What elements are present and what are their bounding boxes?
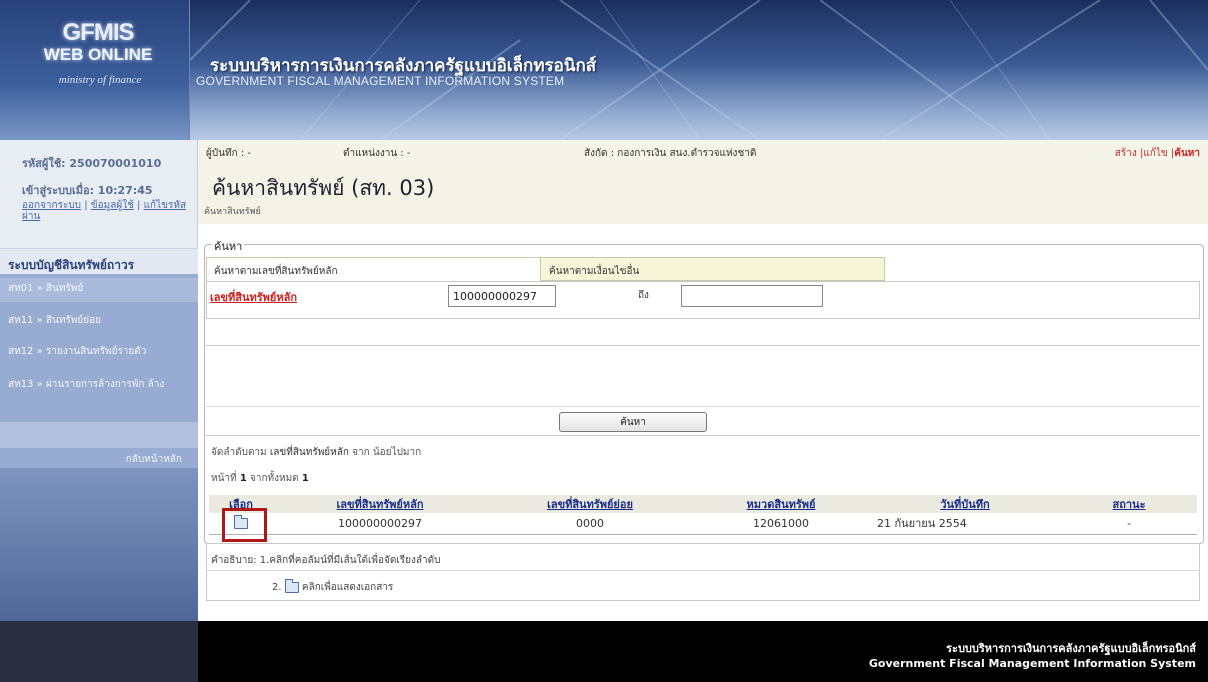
legend-line-2: 2. คลิกเพื่อแสดงเอกสาร xyxy=(272,578,394,593)
sort-info: จัดลำดับตาม เลขที่สินทรัพย์หลัก จาก น้อย… xyxy=(211,447,422,458)
tab-search-by-main-no[interactable]: ค้นหาตามเลขที่สินทรัพย์หลัก xyxy=(206,257,541,281)
create-link[interactable]: สร้าง xyxy=(1115,148,1137,159)
legend-prefix: คำอธิบาย: xyxy=(211,555,257,566)
user-id: รหัสผู้ใช้: 250070001010 xyxy=(22,157,162,170)
logo-sub-text: WEB ONLINE xyxy=(43,45,153,64)
sidebar-divider xyxy=(0,422,198,448)
col-main-no[interactable]: เลขที่สินทรัพย์หลัก xyxy=(273,495,487,513)
sidebar-item-asset[interactable]: สท01 » สินทรัพย์ xyxy=(0,278,198,302)
col-sub-no[interactable]: เลขที่สินทรัพย์ย่อย xyxy=(487,495,693,513)
asset-no-to-input[interactable] xyxy=(681,285,823,307)
search-link[interactable]: ค้นหา xyxy=(1174,148,1200,159)
legend-line-1: คำอธิบาย: 1.คลิกที่คอลัมน์ที่มีเส้นใต้เพ… xyxy=(211,553,440,568)
tab-search-by-other[interactable]: ค้นหาตามเงื่อนไขอื่น xyxy=(540,257,885,281)
menu-title: ระบบบัญชีสินทรัพย์ถาวร xyxy=(0,248,198,274)
results-divider xyxy=(206,435,1200,436)
recorder-info: ผู้บันทึก : - xyxy=(206,148,252,159)
asset-no-from-input[interactable] xyxy=(448,285,556,307)
table-row: 100000000297 0000 12061000 21 กันยายน 25… xyxy=(209,513,1197,535)
sort-field: เลขที่สินทรัพย์หลัก xyxy=(269,447,349,458)
sub-no-cell: 0000 xyxy=(487,513,693,535)
page-title: ค้นหาสินทรัพย์ (สท. 03) xyxy=(212,176,435,200)
user-info-panel: รหัสผู้ใช้: 250070001010 เข้าสู่ระบบเมื่… xyxy=(0,140,198,248)
asset-no-label: เลขที่สินทรัพย์หลัก xyxy=(210,291,298,304)
legend-text-2: คลิกเพื่อแสดงเอกสาร xyxy=(301,582,394,593)
status-cell: - xyxy=(1061,513,1197,535)
search-button[interactable]: ค้นหา xyxy=(559,412,707,432)
footer-left-block xyxy=(0,621,198,682)
footer-title-th: ระบบบริหารการเงินการคลังภาครัฐแบบอิเล็กท… xyxy=(946,642,1196,655)
search-spacer xyxy=(206,345,1200,407)
login-time: เข้าสู่ระบบเมื่อ: 10:27:45 xyxy=(22,184,153,197)
logo-main-text: GFMIS WEB ONLINE xyxy=(28,21,168,66)
sidebar-background xyxy=(0,468,198,621)
page-info: หน้าที่ 1 จากทั้งหมด 1 xyxy=(211,473,309,484)
logo-tagline: ministry of finance xyxy=(58,74,142,86)
sidebar-item-asset-report[interactable]: สท12 » รายงานสินทรัพย์รายตัว xyxy=(0,341,198,363)
user-profile-link[interactable]: ข้อมูลผู้ใช้ xyxy=(91,200,134,211)
logout-link[interactable]: ออกจากระบบ xyxy=(22,200,81,211)
folder-icon xyxy=(284,578,299,593)
position-info: ตำแหน่งงาน : - xyxy=(343,148,411,159)
user-links: ออกจากระบบ | ข้อมูลผู้ใช้ | แก้ไขรหัสผ่า… xyxy=(22,200,187,222)
date-cell: 21 กันยายน 2554 xyxy=(869,513,1061,535)
to-label: ถึง xyxy=(638,290,649,301)
search-legend: ค้นหา xyxy=(212,237,245,255)
footer-title-en: Government Fiscal Management Information… xyxy=(868,657,1196,670)
back-to-main-link[interactable]: กลับหน้าหลัก xyxy=(126,452,182,467)
gfmis-logo: GFMIS WEB ONLINE ministry of finance xyxy=(0,0,190,140)
edit-link[interactable]: แก้ไข xyxy=(1143,148,1167,159)
sidebar: รหัสผู้ใช้: 250070001010 เข้าสู่ระบบเมื่… xyxy=(0,140,198,621)
results-table: เลือก เลขที่สินทรัพย์หลัก เลขที่สินทรัพย… xyxy=(209,495,1197,535)
select-highlight-box xyxy=(222,508,267,542)
category-cell: 12061000 xyxy=(693,513,869,535)
col-category[interactable]: หมวดสินทรัพย์ xyxy=(693,495,869,513)
main-content: ผู้บันทึก : - ตำแหน่งงาน : - สังกัด : กอ… xyxy=(198,140,1208,621)
table-header-row: เลือก เลขที่สินทรัพย์หลัก เลขที่สินทรัพย… xyxy=(209,495,1197,513)
page-subtitle: ค้นหาสินทรัพย์ xyxy=(204,207,261,217)
sidebar-item-sub-asset[interactable]: สท11 » สินทรัพย์ย่อย xyxy=(0,310,198,332)
info-bar: ผู้บันทึก : - ตำแหน่งงาน : - สังกัด : กอ… xyxy=(198,140,1208,168)
main-no-cell: 100000000297 xyxy=(273,513,487,535)
col-date[interactable]: วันที่บันทึก xyxy=(869,495,1061,513)
legend-text-1: 1.คลิกที่คอลัมน์ที่มีเส้นใต้เพื่อจัดเรีย… xyxy=(259,555,441,566)
header-banner: GFMIS WEB ONLINE ministry of finance ระบ… xyxy=(0,0,1208,140)
sidebar-item-clearing[interactable]: สท13 » ผ่านรายการล้างการพัก ล้าง xyxy=(0,376,198,410)
action-links: สร้าง |แก้ไข |ค้นหา xyxy=(1114,148,1200,159)
col-status[interactable]: สถานะ xyxy=(1061,495,1197,513)
system-title-en: GOVERNMENT FISCAL MANAGEMENT INFORMATION… xyxy=(196,74,565,88)
footer: ระบบบริหารการเงินการคลังภาครัฐแบบอิเล็กท… xyxy=(0,621,1208,682)
legend-divider xyxy=(206,570,1200,571)
department-info: สังกัด : กองการเงิน สนง.ตำรวจแห่งชาติ xyxy=(584,148,757,159)
